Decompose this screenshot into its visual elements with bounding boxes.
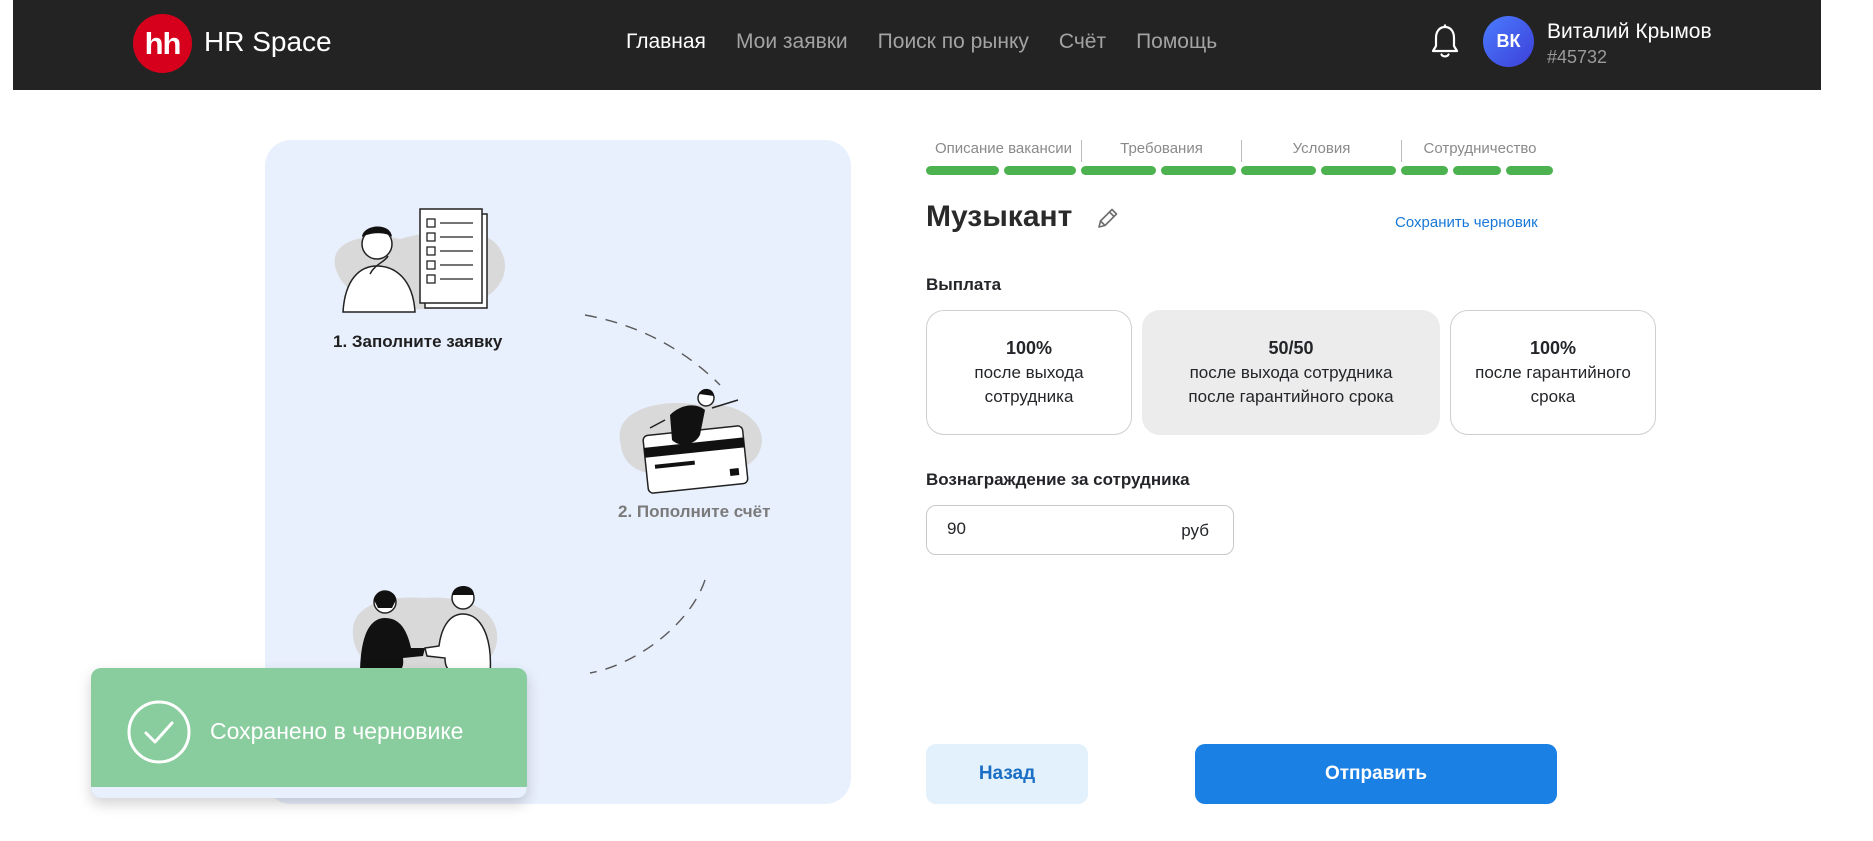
payment-option-after-hire[interactable]: 100% после выхода сотрудника [926,310,1132,435]
stepper-segment [1505,166,1553,175]
stepper-step-conditions[interactable]: Условия [1241,140,1401,162]
payment-option-split[interactable]: 50/50 после выхода сотрудника после гара… [1142,310,1440,435]
currency-label: руб [1181,521,1209,540]
avatar[interactable]: ВК [1483,16,1534,67]
payment-option-after-guarantee[interactable]: 100% после гарантийного срока [1450,310,1656,435]
hh-logo[interactable]: hh [133,14,192,73]
nav-item-home[interactable]: Главная [626,30,706,54]
checklist-person-illustration [334,208,505,313]
save-draft-link[interactable]: Сохранить черновик [1395,214,1538,231]
saved-toast: Сохранено в черновике [91,668,527,798]
stepper-segment [1241,166,1316,175]
step-2-label: 2. Пополните счёт [618,502,771,521]
reward-field[interactable]: руб [926,505,1234,555]
stepper-step-requirements[interactable]: Требования [1081,140,1241,162]
stepper-segment [1003,166,1076,175]
app-title: HR Space [204,26,332,57]
stepper-segment [1161,166,1236,175]
handshake-illustration [352,586,498,676]
stepper-segment [1321,166,1396,175]
top-navigation-bar: hh HR Space Главная Мои заявки Поиск по … [13,0,1821,90]
stepper-progress-bars [926,166,1558,175]
reward-input[interactable] [947,519,1147,539]
payment-label: Выплата [926,275,1002,294]
payment-option-description: после выхода сотрудника [974,363,1084,406]
stepper-step-description[interactable]: Описание вакансии [926,140,1081,162]
toast-progress [91,787,527,798]
card-person-illustration [619,388,762,494]
step-1-label: 1. Заполните заявку [333,332,503,351]
toast-message: Сохранено в черновике [210,718,464,744]
checkmark-circle-icon [127,700,191,764]
back-button[interactable]: Назад [926,744,1088,804]
user-name[interactable]: Виталий Крымов [1547,20,1712,44]
stepper-segment [1081,166,1156,175]
pencil-icon[interactable] [1095,205,1121,231]
reward-label: Вознаграждение за сотрудника [926,470,1190,489]
stepper-segment [1453,166,1501,175]
nav-item-help[interactable]: Помощь [1136,30,1217,54]
payment-option-percent: 100% [1005,338,1053,358]
nav-item-market-search[interactable]: Поиск по рынку [878,30,1029,54]
payment-option-percent: 100% [1529,338,1577,358]
nav-item-account[interactable]: Счёт [1059,30,1106,54]
payment-option-percent: 50/50 [1268,338,1314,358]
bell-icon[interactable] [1429,24,1461,60]
nav-item-my-requests[interactable]: Мои заявки [736,30,848,54]
progress-stepper: Описание вакансии Требования Условия Сот… [926,140,1558,175]
page-title: Музыкант [926,200,1073,233]
stepper-segment [1401,166,1449,175]
submit-button[interactable]: Отправить [1195,744,1557,804]
user-id: #45732 [1547,47,1608,67]
payment-option-description: после выхода сотрудника после гарантийно… [1188,363,1394,406]
stepper-segment [926,166,999,175]
stepper-step-cooperation[interactable]: Сотрудничество [1401,140,1558,162]
payment-option-description: после гарантийного срока [1475,363,1631,406]
main-nav: Главная Мои заявки Поиск по рынку Счёт П… [626,30,1217,54]
